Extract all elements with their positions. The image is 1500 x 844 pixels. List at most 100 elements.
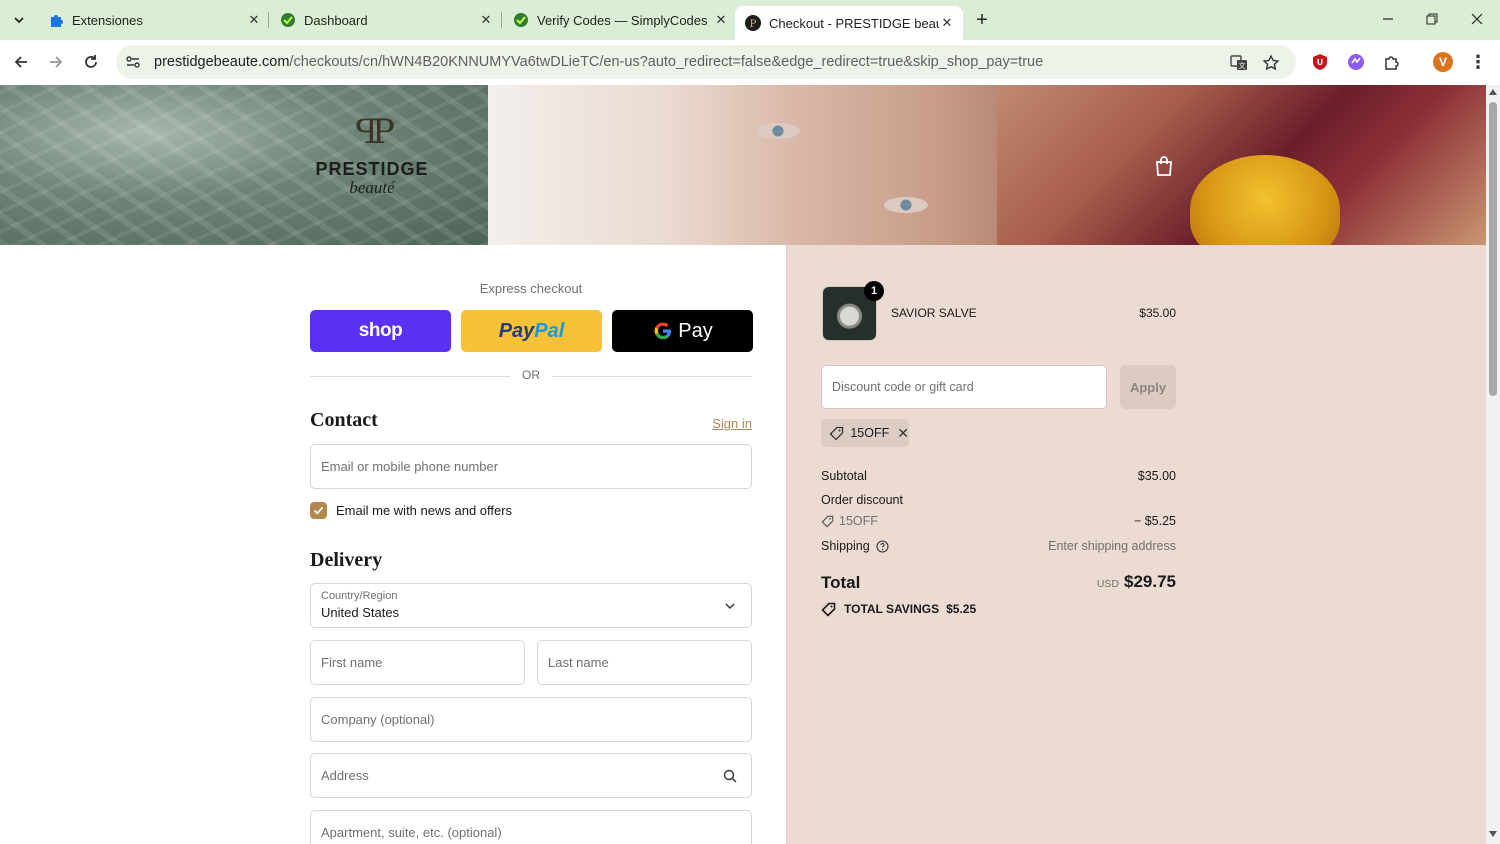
- product-name: SAVIOR SALVE: [891, 306, 977, 320]
- page-scrollbar[interactable]: [1486, 85, 1500, 844]
- address-placeholder: Address: [321, 768, 369, 783]
- sign-in-link[interactable]: Sign in: [700, 416, 752, 431]
- scrollbar-thumb[interactable]: [1489, 102, 1497, 396]
- shopping-bag-icon[interactable]: [1154, 155, 1174, 177]
- first-name-field[interactable]: First name: [310, 640, 525, 685]
- subtotal-label: Subtotal: [821, 469, 867, 483]
- quantity-badge: 1: [864, 281, 884, 301]
- tab-extensiones[interactable]: Extensiones ✕: [38, 6, 262, 34]
- simplycodes-icon: [513, 12, 529, 28]
- url-host: prestidgebeaute.com: [154, 54, 290, 70]
- paypal-label-pal: Pal: [534, 319, 565, 342]
- reload-button[interactable]: [79, 50, 103, 74]
- svg-text:文: 文: [1239, 61, 1246, 70]
- new-tab-button[interactable]: +: [970, 8, 994, 32]
- express-checkout-label: Express checkout: [479, 281, 583, 296]
- close-icon[interactable]: ✕: [713, 12, 729, 28]
- tab-search-button[interactable]: [6, 7, 32, 33]
- tab-verify-codes[interactable]: Verify Codes — SimplyCodes ✕: [503, 6, 729, 34]
- shipping-label: Shipping: [821, 539, 870, 553]
- discount-code-input[interactable]: Discount code or gift card: [821, 365, 1107, 409]
- face-eye-detail: [756, 123, 800, 139]
- simplycodes-icon: [280, 12, 296, 28]
- applied-code-label: 15OFF: [850, 426, 890, 440]
- subtotal-value: $35.00: [1137, 469, 1176, 483]
- logo-name: PRESTIDGE: [315, 159, 429, 179]
- tab-title: Extensiones: [72, 12, 143, 28]
- checkmark-icon: [313, 506, 324, 515]
- browser-menu-icon[interactable]: ⋮: [1469, 52, 1487, 72]
- checkout-page: ꟼP PRESTIDGE beauté Express checkout sho…: [0, 85, 1486, 844]
- scroll-up-arrow-icon[interactable]: [1489, 89, 1497, 95]
- help-circle-icon[interactable]: [876, 539, 889, 553]
- last-name-field[interactable]: Last name: [537, 640, 752, 685]
- search-icon: [721, 767, 739, 785]
- close-icon[interactable]: ✕: [246, 12, 262, 28]
- remove-discount-icon[interactable]: ✕: [897, 425, 909, 442]
- newsletter-label[interactable]: Email me with news and offers: [336, 503, 512, 518]
- apartment-field[interactable]: Apartment, suite, etc. (optional): [310, 810, 752, 844]
- savings-label: TOTAL SAVINGS: [844, 602, 940, 616]
- newsletter-checkbox[interactable]: [310, 502, 327, 519]
- face-eye-detail: [884, 197, 928, 213]
- store-logo[interactable]: ꟼP PRESTIDGE beauté: [300, 115, 444, 198]
- address-bar[interactable]: prestidgebeaute.com/checkouts/cn/hWN4B20…: [116, 45, 1296, 79]
- apply-discount-button[interactable]: Apply: [1120, 365, 1176, 409]
- last-name-placeholder: Last name: [548, 655, 609, 670]
- tab-separator: [268, 12, 269, 28]
- profile-avatar[interactable]: V: [1433, 52, 1453, 72]
- paypal-button[interactable]: Pay Pal: [461, 310, 602, 352]
- google-g-icon: [654, 322, 672, 340]
- tab-dashboard[interactable]: Dashboard ✕: [270, 6, 494, 34]
- star-icon[interactable]: [1261, 53, 1281, 73]
- translate-icon[interactable]: 文: [1229, 53, 1249, 73]
- svg-text:U: U: [1317, 58, 1324, 67]
- extension-purple-icon[interactable]: [1346, 52, 1366, 72]
- order-summary: 1 SAVIOR SALVE $35.00 Discount code or g…: [786, 245, 1486, 844]
- header-banner: ꟼP PRESTIDGE beauté: [0, 85, 1486, 245]
- or-divider: OR: [310, 368, 752, 384]
- tab-title: Dashboard: [304, 12, 368, 28]
- banner-image-face: [488, 85, 997, 245]
- close-window-button[interactable]: [1459, 6, 1495, 32]
- chevron-down-icon: [14, 17, 24, 24]
- extensions-puzzle-icon[interactable]: [1382, 52, 1402, 72]
- tag-icon: [821, 601, 837, 617]
- site-settings-icon[interactable]: [124, 53, 142, 71]
- arrow-right-icon: [50, 56, 63, 68]
- company-field[interactable]: Company (optional): [310, 697, 752, 742]
- apartment-placeholder: Apartment, suite, etc. (optional): [321, 825, 502, 840]
- shop-pay-label: shop: [358, 320, 403, 341]
- discount-code-label: 15OFF: [839, 514, 878, 528]
- first-name-placeholder: First name: [321, 655, 383, 670]
- country-value: United States: [321, 605, 400, 620]
- country-select[interactable]: Country/Region United States: [310, 583, 752, 628]
- restore-button[interactable]: [1414, 6, 1450, 32]
- forward-button[interactable]: [44, 50, 68, 74]
- minimize-button[interactable]: [1370, 6, 1406, 32]
- puzzle-icon: [48, 12, 64, 28]
- total-savings: TOTAL SAVINGS $5.25: [821, 601, 976, 617]
- reload-icon: [85, 55, 97, 68]
- shop-pay-button[interactable]: shop: [310, 310, 451, 352]
- total-label: Total: [821, 573, 861, 592]
- svg-text:P: P: [750, 19, 757, 30]
- close-icon[interactable]: ✕: [939, 15, 955, 31]
- ublock-icon[interactable]: U: [1310, 52, 1330, 72]
- divider-line: [552, 376, 752, 377]
- google-pay-button[interactable]: Pay: [612, 310, 753, 352]
- url-text[interactable]: prestidgebeaute.com/checkouts/cn/hWN4B20…: [154, 54, 1043, 70]
- prestidge-icon: P: [745, 15, 761, 31]
- email-field[interactable]: Email or mobile phone number: [310, 444, 752, 489]
- address-field[interactable]: Address: [310, 753, 752, 798]
- contact-heading: Contact: [310, 409, 378, 431]
- shipping-value: Enter shipping address: [1048, 539, 1176, 553]
- scroll-down-arrow-icon[interactable]: [1489, 831, 1497, 837]
- back-button[interactable]: [9, 50, 33, 74]
- close-icon[interactable]: ✕: [478, 12, 494, 28]
- close-icon: [1471, 13, 1483, 25]
- browser-tab-strip: Extensiones ✕ Dashboard ✕ Verify Codes —…: [0, 0, 1500, 40]
- tab-checkout[interactable]: P Checkout - PRESTIDGE beauté ✕: [735, 6, 963, 40]
- order-discount-label: Order discount: [821, 493, 903, 507]
- country-label: Country/Region: [321, 590, 398, 602]
